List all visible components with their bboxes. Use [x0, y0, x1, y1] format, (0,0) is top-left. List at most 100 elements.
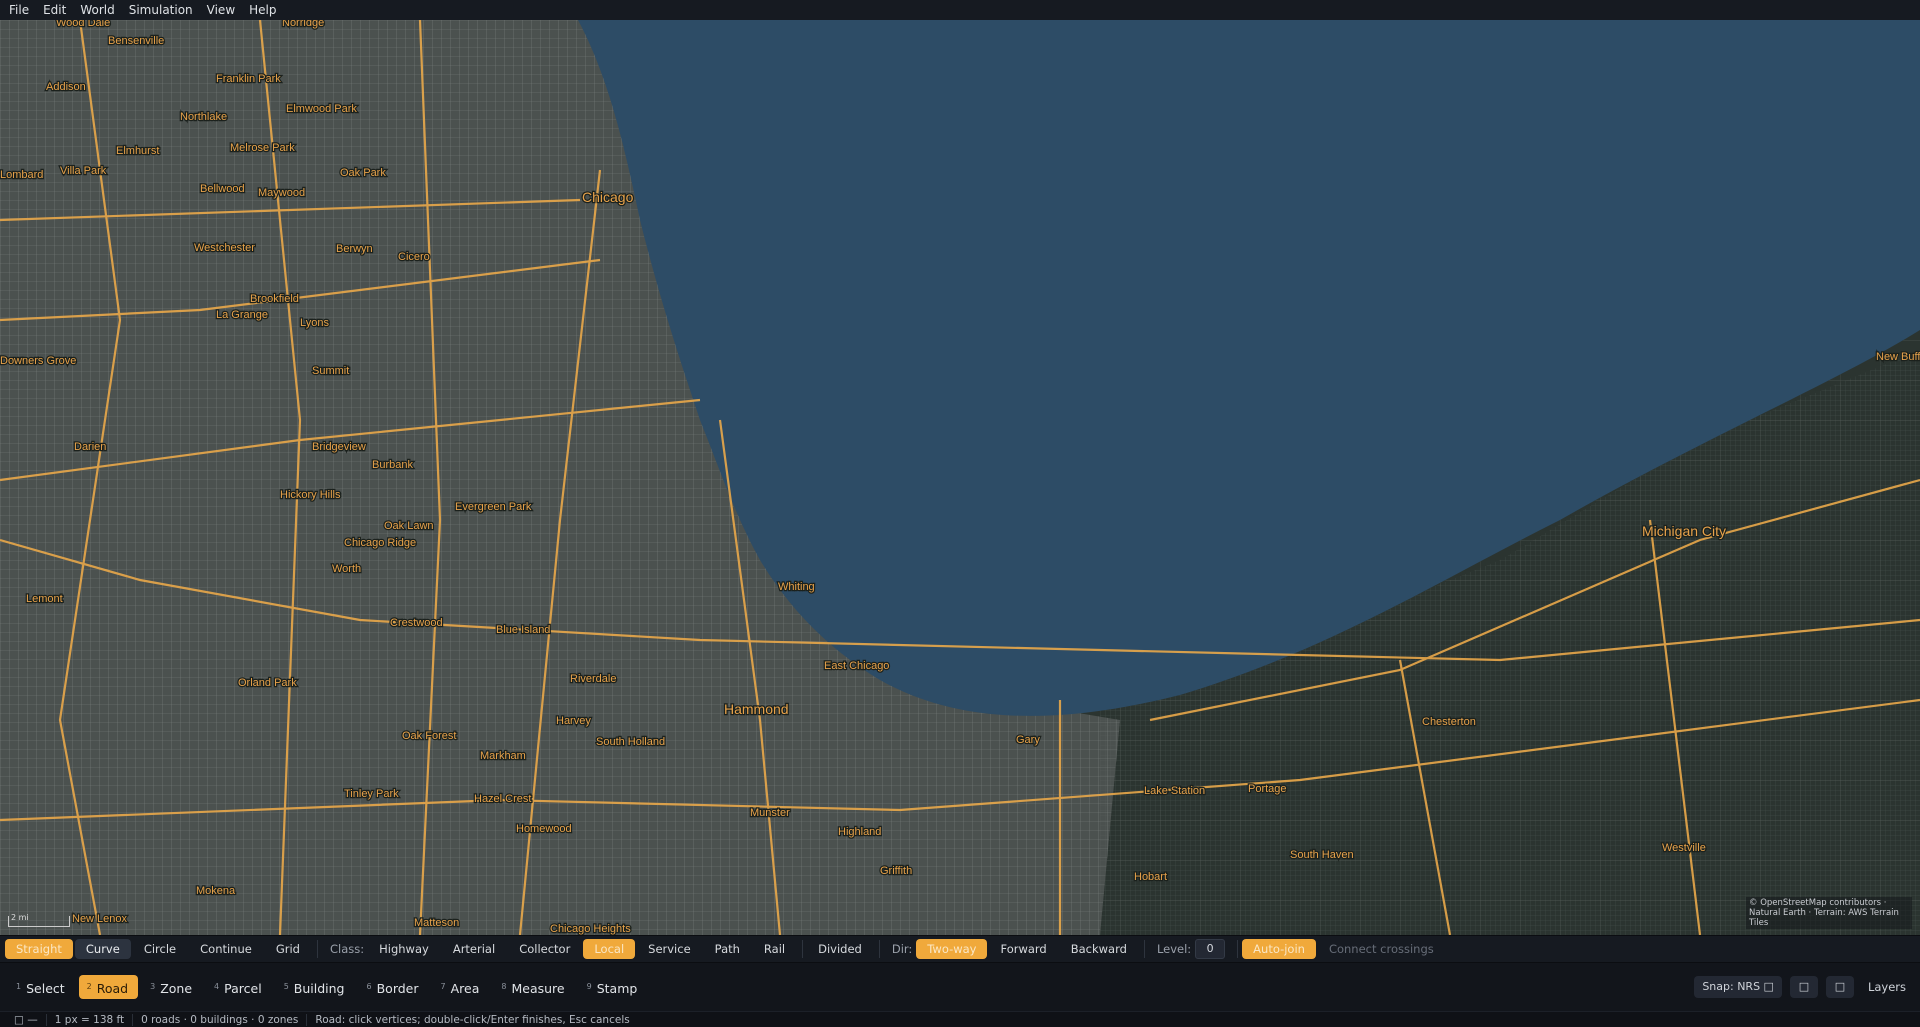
place-label: South Haven	[1290, 849, 1354, 861]
status-bar: □ — 1 px = 138 ft 0 roads · 0 buildings …	[0, 1011, 1920, 1027]
place-label: New Buff	[1876, 351, 1920, 363]
class-collector-button[interactable]: Collector	[508, 939, 581, 959]
tool-area-button[interactable]: 7 Area	[433, 975, 490, 999]
map-graphics: Wood Dale Norridge Bensenville Addison F…	[0, 20, 1920, 935]
place-label: Highland	[838, 826, 881, 838]
place-label: Orland Park	[238, 677, 297, 689]
place-label: Lemont	[26, 593, 63, 605]
menu-edit[interactable]: Edit	[34, 3, 71, 17]
divided-toggle[interactable]: Divided	[807, 939, 873, 959]
place-label: Elmwood Park	[286, 103, 357, 115]
panel-toggle-icon[interactable]: □	[1825, 976, 1854, 998]
place-label: Blue Island	[496, 624, 550, 636]
tool-building-button[interactable]: 5 Building	[276, 975, 355, 999]
place-label: Bellwood	[200, 183, 245, 195]
scale-label: 2 mi	[11, 913, 29, 922]
level-input[interactable]: 0	[1195, 939, 1226, 959]
connect-crossings-button[interactable]: Connect crossings	[1318, 939, 1445, 959]
tool-zone-button[interactable]: 3 Zone	[142, 975, 202, 999]
place-label: Addison	[46, 81, 86, 93]
dir-two-way-button[interactable]: Two-way	[916, 939, 988, 959]
auto-join-toggle[interactable]: Auto-join	[1242, 939, 1316, 959]
place-label: Melrose Park	[230, 142, 295, 154]
mode-circle-button[interactable]: Circle	[133, 939, 187, 959]
panel-toggle-icon[interactable]: □	[1789, 976, 1818, 998]
tool-label: Zone	[160, 981, 193, 996]
place-label: La Grange	[216, 309, 268, 321]
tool-parcel-button[interactable]: 4 Parcel	[206, 975, 272, 999]
shortcut-key: 5	[283, 982, 289, 991]
place-label: Westchester	[194, 242, 255, 254]
place-label: Chicago Heights	[550, 923, 631, 935]
tool-border-button[interactable]: 6 Border	[359, 975, 429, 999]
tool-label: Select	[26, 981, 65, 996]
place-label: Tinley Park	[344, 788, 399, 800]
class-path-button[interactable]: Path	[704, 939, 751, 959]
place-label: East Chicago	[824, 660, 889, 672]
place-label: Bensenville	[108, 35, 164, 47]
menu-simulation[interactable]: Simulation	[120, 3, 198, 17]
divider	[802, 940, 804, 958]
class-arterial-button[interactable]: Arterial	[442, 939, 506, 959]
tool-label: Road	[96, 981, 129, 996]
shortcut-key: 7	[440, 982, 446, 991]
divider	[878, 940, 880, 958]
place-label: Oak Park	[340, 167, 386, 179]
status-hint: Road: click vertices; double-click/Enter…	[315, 1013, 630, 1026]
scale-bar: 2 mi	[8, 913, 70, 927]
tool-stamp-button[interactable]: 9 Stamp	[579, 975, 648, 999]
level-label: Level:	[1156, 942, 1192, 956]
mode-curve-button[interactable]: Curve	[74, 939, 131, 959]
menu-view[interactable]: View	[198, 3, 240, 17]
dir-forward-button[interactable]: Forward	[989, 939, 1057, 959]
place-label: Villa Park	[60, 165, 107, 177]
snap-button[interactable]: Snap: NRS □	[1694, 976, 1782, 998]
road-options-bar: Straight Curve Circle Continue Grid Clas…	[0, 935, 1920, 962]
class-service-button[interactable]: Service	[637, 939, 702, 959]
place-label: Riverdale	[570, 673, 616, 685]
tool-label: Area	[450, 981, 480, 996]
place-label: Bridgeview	[312, 441, 366, 453]
place-label: Harvey	[556, 715, 591, 727]
map-attribution: © OpenStreetMap contributors · Natural E…	[1746, 897, 1912, 929]
shortcut-key: 4	[214, 982, 220, 991]
map-canvas[interactable]: Wood Dale Norridge Bensenville Addison F…	[0, 20, 1920, 935]
place-label: Maywood	[258, 187, 305, 199]
status-scale: 1 px = 138 ft	[47, 1013, 134, 1026]
tool-measure-button[interactable]: 8 Measure	[493, 975, 574, 999]
place-label: Chicago Ridge	[344, 537, 416, 549]
shortcut-key: 8	[501, 982, 507, 991]
class-highway-button[interactable]: Highway	[368, 939, 440, 959]
class-label: Class:	[329, 942, 365, 956]
status-indicator: □ —	[6, 1013, 47, 1026]
tool-road-button[interactable]: 2 Road	[78, 975, 139, 999]
class-rail-button[interactable]: Rail	[753, 939, 796, 959]
tool-select-button[interactable]: 1 Select	[8, 975, 75, 999]
mode-grid-button[interactable]: Grid	[265, 939, 311, 959]
place-label: Norridge	[282, 20, 324, 29]
place-label: Lake Station	[1144, 785, 1205, 797]
menu-file[interactable]: File	[0, 3, 34, 17]
layers-button[interactable]: Layers	[1868, 980, 1906, 994]
place-label: Hickory Hills	[280, 489, 341, 501]
place-label: Chicago	[582, 189, 634, 205]
shortcut-key: 9	[586, 982, 592, 991]
mode-continue-button[interactable]: Continue	[189, 939, 263, 959]
tool-label: Building	[293, 981, 345, 996]
dir-backward-button[interactable]: Backward	[1060, 939, 1138, 959]
place-label: Whiting	[778, 581, 815, 593]
tool-label: Stamp	[596, 981, 638, 996]
mode-straight-button[interactable]: Straight	[5, 939, 73, 959]
place-label: South Holland	[596, 736, 665, 748]
class-local-button[interactable]: Local	[583, 939, 636, 959]
shortcut-key: 6	[366, 982, 372, 991]
tool-label: Measure	[511, 981, 565, 996]
menu-world[interactable]: World	[71, 3, 119, 17]
place-label: Franklin Park	[216, 73, 281, 85]
dir-label: Dir:	[891, 942, 913, 956]
place-label: Chesterton	[1422, 716, 1476, 728]
divider	[1143, 940, 1145, 958]
place-label: Summit	[312, 365, 349, 377]
place-label: Berwyn	[336, 243, 373, 255]
menu-help[interactable]: Help	[240, 3, 281, 17]
